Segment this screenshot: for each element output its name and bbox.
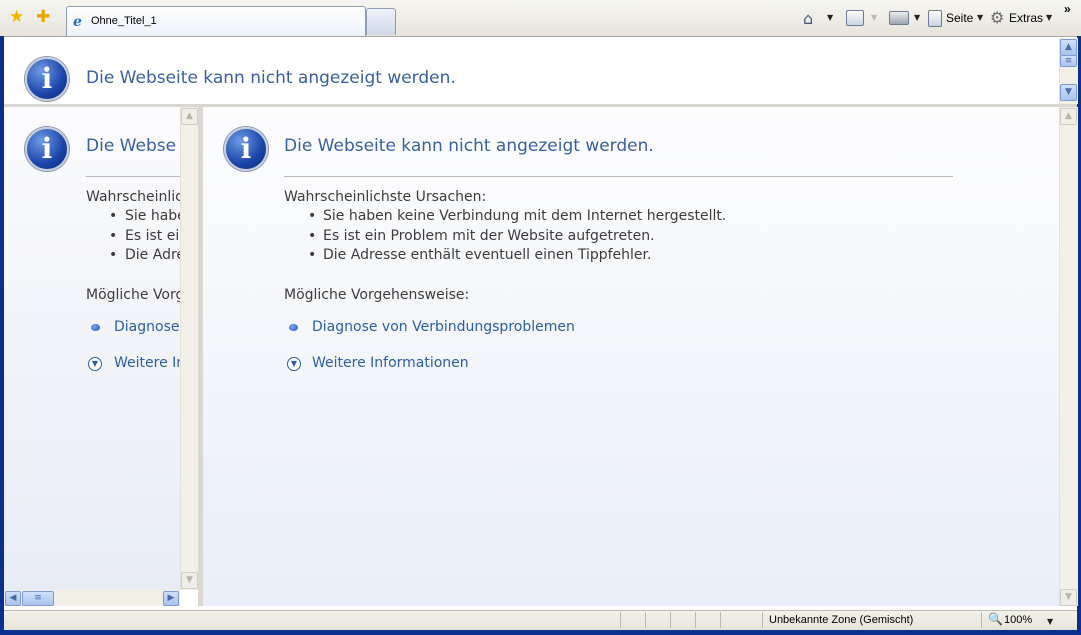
page-dropdown-icon[interactable]: ▼ [977,13,983,22]
tab-label: Ohne_Titel_1 [91,15,157,27]
cause-item: Es ist ei [125,228,180,244]
left-hscroll-thumb[interactable]: ≡ [22,591,54,606]
status-separator [720,612,721,628]
status-separator [981,612,982,628]
main-scroll-up-button[interactable]: ▲ [1060,108,1077,125]
status-separator [645,612,646,628]
status-separator [695,612,696,628]
diagnose-link[interactable]: Diagnose [114,319,179,335]
actions-title: Mögliche Vorgehensweise: [284,287,470,303]
left-scroll-down-button[interactable]: ▼ [181,572,198,589]
page-title: Die Webseite kann nicht angezeigt werden… [284,136,654,156]
bullet: • [308,247,317,263]
blue-bullet-icon [91,324,100,331]
feeds-icon[interactable] [846,10,864,26]
top-scroll-thumb[interactable]: ≡ [1060,55,1077,67]
left-frame [4,107,180,590]
left-frame-heading: Die Webse [86,136,177,156]
more-info-link[interactable]: Weitere In [114,355,185,371]
top-frame-heading: Die Webseite kann nicht angezeigt werden… [86,68,456,88]
left-scroll-left-button[interactable]: ◀ [5,591,21,606]
divider [86,176,180,177]
zoom-icon[interactable]: 🔍 [988,612,1003,626]
status-separator [670,612,671,628]
tools-menu-button[interactable]: Extras [1009,11,1043,25]
more-info-link[interactable]: Weitere Informationen [312,355,469,371]
status-bar [4,610,1077,631]
print-icon[interactable] [889,11,909,25]
tab-ohne-titel[interactable]: e Ohne_Titel_1 [66,6,366,36]
status-separator [620,612,621,628]
cause-item: Sie haben keine Verbindung mit dem Inter… [323,208,727,224]
zoom-dropdown-icon[interactable]: ▼ [1047,617,1053,626]
more-tools-chevron[interactable]: » [1064,2,1071,16]
page-menu-button[interactable]: Seite [946,11,973,25]
left-frame-vscrollbar[interactable] [180,107,199,590]
divider [284,176,953,177]
gear-icon: ⚙ [990,8,1005,27]
zoom-level-button[interactable]: 100% [1004,614,1032,626]
new-tab-button[interactable] [366,8,396,35]
diagnose-link[interactable]: Diagnose von Verbindungsproblemen [312,319,575,335]
home-icon[interactable]: ⌂ [803,9,813,28]
left-scroll-up-button[interactable]: ▲ [181,108,198,125]
feeds-dropdown-icon: ▼ [871,13,878,22]
home-dropdown-icon[interactable]: ▼ [827,13,833,22]
cause-item: Die Adresse enthält eventuell einen Tipp… [323,247,652,263]
info-icon: i [224,127,268,171]
bullet: • [308,228,317,244]
print-dropdown-icon[interactable]: ▼ [914,13,920,22]
bullet: • [308,208,317,224]
top-scroll-up-button[interactable]: ▲ [1060,39,1077,56]
causes-title: Wahrscheinlic [86,189,183,205]
security-zone-label: Unbekannte Zone (Gemischt) [769,614,914,626]
add-favorites-icon[interactable]: ✚ [36,8,50,26]
page-icon [928,10,942,27]
info-icon: i [25,57,69,101]
blue-bullet-icon [289,324,298,331]
bullet: • [109,208,118,224]
top-scroll-down-button[interactable]: ▼ [1060,84,1077,101]
main-frame-vscrollbar[interactable] [1059,107,1078,606]
favorites-star-icon[interactable]: ★ [9,8,24,26]
status-separator [762,612,763,628]
cause-item: Es ist ein Problem mit der Website aufge… [323,228,655,244]
bullet: • [109,228,118,244]
bullet: • [109,247,118,263]
main-scroll-down-button[interactable]: ▼ [1060,589,1077,606]
tools-dropdown-icon[interactable]: ▼ [1046,13,1052,22]
window-frame-bottom [0,630,1081,635]
ie-page-icon: e [73,14,82,30]
causes-title: Wahrscheinlichste Ursachen: [284,189,487,205]
actions-title: Mögliche Vorg [86,287,185,303]
cause-item: Die Adre [125,247,186,263]
expand-circle-icon[interactable]: ▼ [287,357,301,371]
expand-circle-icon[interactable]: ▼ [88,357,102,371]
cause-item: Sie habe [125,208,186,224]
info-icon: i [25,127,69,171]
left-scroll-right-button[interactable]: ▶ [163,591,179,606]
